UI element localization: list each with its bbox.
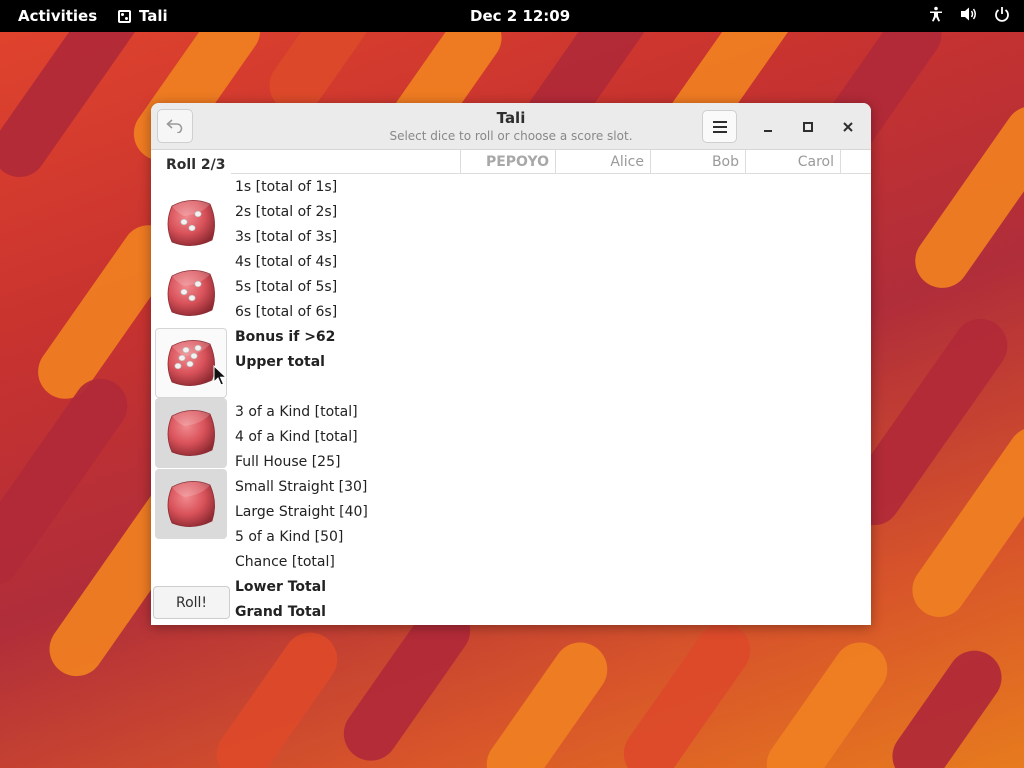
die-button[interactable] — [155, 469, 227, 539]
dice-app-icon — [118, 9, 131, 23]
score-row[interactable]: Chance [total] — [235, 550, 368, 575]
player-column-header[interactable]: Bob — [650, 150, 745, 174]
main-menu-button[interactable] — [702, 110, 737, 143]
minimize-icon — [764, 130, 772, 132]
top-bar: Activities Tali Dec 2 12:09 — [0, 0, 1024, 32]
upper-total-row: Upper total — [235, 354, 325, 370]
player-column-header[interactable]: PEPOYO — [460, 150, 555, 174]
die-button[interactable] — [155, 188, 227, 258]
activities-button[interactable]: Activities — [18, 7, 97, 25]
menu-icon — [712, 120, 727, 133]
score-row[interactable]: 2s [total of 2s] — [235, 200, 368, 225]
close-button[interactable] — [835, 114, 861, 140]
player-column-header[interactable]: Carol — [745, 150, 840, 174]
clock[interactable]: Dec 2 12:09 — [470, 7, 570, 25]
app-menu-label: Tali — [139, 7, 168, 25]
score-row[interactable]: 3s [total of 3s] — [235, 225, 368, 250]
score-row[interactable]: 4s [total of 4s] — [235, 250, 368, 275]
score-row[interactable]: 1s [total of 1s] — [235, 175, 368, 200]
score-row[interactable]: Large Straight [40] — [235, 500, 368, 525]
tali-window: Tali Select dice to roll or choose a sco… — [151, 103, 871, 625]
score-row[interactable]: 4 of a Kind [total] — [235, 425, 368, 450]
maximize-button[interactable] — [795, 114, 821, 140]
close-icon — [843, 122, 853, 132]
die-icon — [167, 410, 215, 456]
score-row[interactable]: 5 of a Kind [50] — [235, 525, 368, 550]
spacer-row — [235, 375, 368, 400]
score-table-header: PEPOYO Alice Bob Carol — [231, 150, 871, 174]
volume-icon[interactable] — [960, 6, 978, 22]
roll-status: Roll 2/3 — [166, 157, 226, 173]
accessibility-icon[interactable] — [928, 6, 944, 22]
score-row[interactable]: 5s [total of 5s] — [235, 275, 368, 300]
die-icon — [167, 340, 215, 386]
die-button[interactable] — [155, 258, 227, 328]
roll-button[interactable]: Roll! — [153, 586, 230, 619]
header-bar: Tali Select dice to roll or choose a sco… — [151, 103, 871, 150]
score-row[interactable]: Full House [25] — [235, 450, 368, 475]
score-rows: 1s [total of 1s] 2s [total of 2s] 3s [to… — [235, 175, 368, 625]
die-icon — [167, 270, 215, 316]
bonus-row: Bonus if >62 — [235, 329, 336, 345]
maximize-icon — [803, 122, 813, 132]
player-column-header[interactable]: Alice — [555, 150, 650, 174]
system-tray[interactable] — [928, 6, 1010, 22]
minimize-button[interactable] — [755, 114, 781, 140]
app-menu-button[interactable]: Tali — [118, 7, 168, 25]
die-button[interactable] — [155, 398, 227, 468]
power-icon[interactable] — [994, 6, 1010, 22]
mouse-pointer-icon — [213, 365, 227, 386]
die-icon — [167, 481, 215, 527]
score-row[interactable]: 3 of a Kind [total] — [235, 400, 368, 425]
die-icon — [167, 200, 215, 246]
score-row[interactable]: 6s [total of 6s] — [235, 300, 368, 325]
grand-total-row: Grand Total — [235, 604, 326, 620]
score-row[interactable]: Small Straight [30] — [235, 475, 368, 500]
die-button[interactable] — [155, 328, 227, 398]
lower-total-row: Lower Total — [235, 579, 326, 595]
column-divider — [840, 150, 841, 174]
